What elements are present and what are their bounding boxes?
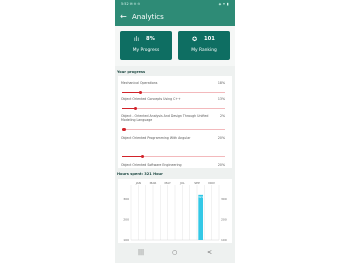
progress-value: 8%: [146, 36, 155, 42]
x-tick-label: JAN: [135, 181, 141, 185]
my-ranking-card[interactable]: ✪ 101 My Ranking: [178, 31, 230, 60]
progress-slider[interactable]: [122, 106, 225, 110]
bar-data-label: 321: [198, 195, 203, 199]
ranking-label: My Ranking: [191, 48, 217, 53]
my-progress-card[interactable]: ılı 8% My Progress: [120, 31, 172, 60]
progress-section-title: Your progress: [117, 70, 146, 74]
status-bar: 5:52 ✉ ⊙ ⊙ ◈ ▾ ▮: [115, 0, 235, 9]
y-tick-label-right: 100: [221, 238, 227, 242]
course-name: Object - Oriented Analysis And Design Th…: [121, 114, 209, 122]
y-tick-label-right: 200: [221, 218, 227, 222]
award-icon: ✪: [192, 36, 198, 43]
course-name: Mechanical Operations: [121, 81, 158, 85]
slider-thumb[interactable]: [133, 106, 137, 110]
x-tick-label: MAY: [165, 181, 171, 185]
hours-chart-svg: JAN MAR MAY JUL SEP NOV 300 200 100 300 200 100 321: [123, 181, 227, 242]
slider-fill: [122, 92, 141, 93]
x-tick-label: MAR: [150, 181, 157, 185]
hours-chart: JAN MAR MAY JUL SEP NOV 300 200 100 300 200 100 321: [118, 179, 232, 243]
slider-thumb[interactable]: [141, 154, 145, 158]
phone-screen: 5:52 ✉ ⊙ ⊙ ◈ ▾ ▮ ← Analytics ılı 8% My P…: [115, 0, 235, 263]
course-percent: 2%: [219, 114, 225, 118]
progress-slider[interactable]: [122, 90, 225, 94]
course-name: Object Oriented Concepts Using C++: [121, 97, 181, 101]
ranking-value: 101: [204, 36, 215, 42]
summary-cards: ılı 8% My Progress ✪ 101 My Ranking: [115, 26, 235, 66]
app-bar: ← Analytics: [115, 9, 235, 26]
slider-thumb[interactable]: [122, 127, 126, 131]
system-nav-bar: ||| ○ <: [115, 245, 235, 263]
home-button[interactable]: ○: [172, 249, 177, 257]
course-name: Object Oriented Software Engineering: [121, 163, 182, 167]
y-tick-label-left: 200: [123, 218, 129, 222]
arrow-left-icon[interactable]: ←: [120, 12, 127, 22]
progress-label: My Progress: [132, 48, 160, 53]
x-tick-label: NOV: [208, 181, 216, 185]
hours-section-title: Hours spent: 321 Hour: [117, 172, 163, 176]
page-title: Analytics: [132, 13, 164, 21]
back-button[interactable]: <: [207, 249, 212, 257]
progress-slider[interactable]: [122, 127, 225, 131]
status-icons: ◈ ▾ ▮: [218, 2, 229, 6]
course-percent: 20%: [217, 163, 225, 167]
recents-button[interactable]: |||: [138, 249, 144, 257]
chart-bar: [198, 194, 204, 240]
course-name: Object Oriented Programming With Angular: [121, 136, 191, 140]
x-tick-label: JUL: [179, 181, 185, 185]
y-tick-label-right: 300: [221, 197, 227, 201]
bar-chart-icon: ılı: [134, 36, 140, 43]
course-percent: 18%: [217, 81, 225, 85]
slider-fill: [122, 156, 143, 157]
slider-thumb[interactable]: [138, 90, 143, 94]
y-tick-label-left: 100: [123, 238, 129, 242]
x-tick-label: SEP: [194, 181, 200, 185]
progress-slider[interactable]: [122, 154, 225, 158]
progress-list[interactable]: Mechanical Operations 18% Object Oriente…: [118, 76, 232, 168]
y-tick-label-left: 300: [123, 197, 129, 201]
course-percent: 13%: [217, 97, 225, 101]
course-percent: 20%: [217, 136, 225, 140]
status-time: 5:52 ✉ ⊙ ⊙: [121, 2, 141, 6]
